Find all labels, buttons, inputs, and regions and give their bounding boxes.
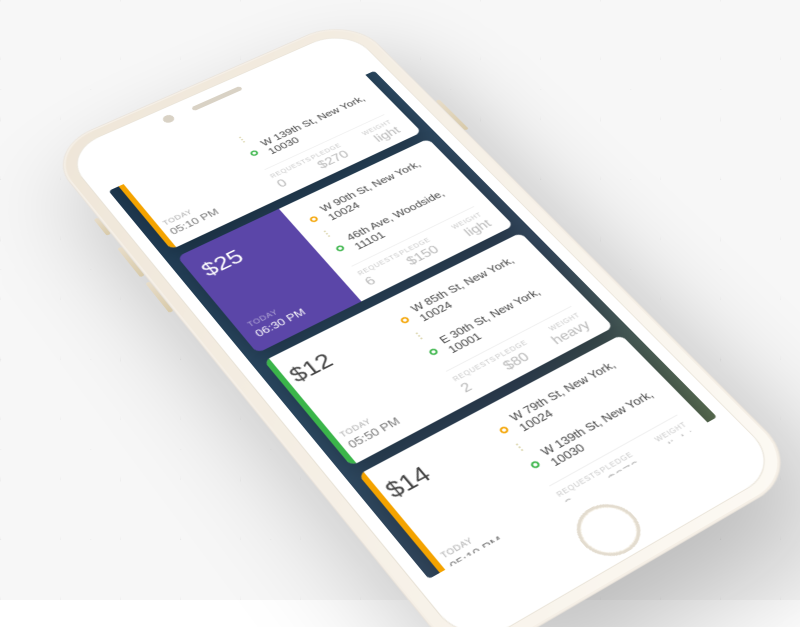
dropoff-dot-icon (249, 150, 259, 157)
pickup-dot-icon (309, 215, 320, 223)
route-dots-icon (513, 442, 526, 453)
pickup-dot-icon (399, 316, 410, 324)
dropoff-dot-icon (529, 460, 541, 469)
date-label: TODAY (246, 281, 335, 328)
price-panel: $12TODAY05:50 PM (264, 309, 458, 466)
phone-device: $14TODAY05:10 PMW 79th St, New York, 100… (43, 16, 800, 627)
dropoff-dot-icon (335, 244, 346, 252)
price-amount: $25 (196, 224, 294, 282)
route-dots-icon (413, 331, 425, 341)
pledge-stat: PLEDGE$80 (494, 333, 553, 374)
price-amount: $14 (380, 435, 485, 503)
volume-up-button (117, 247, 145, 278)
dropoff-dot-icon (428, 348, 439, 357)
mute-switch (94, 218, 111, 236)
